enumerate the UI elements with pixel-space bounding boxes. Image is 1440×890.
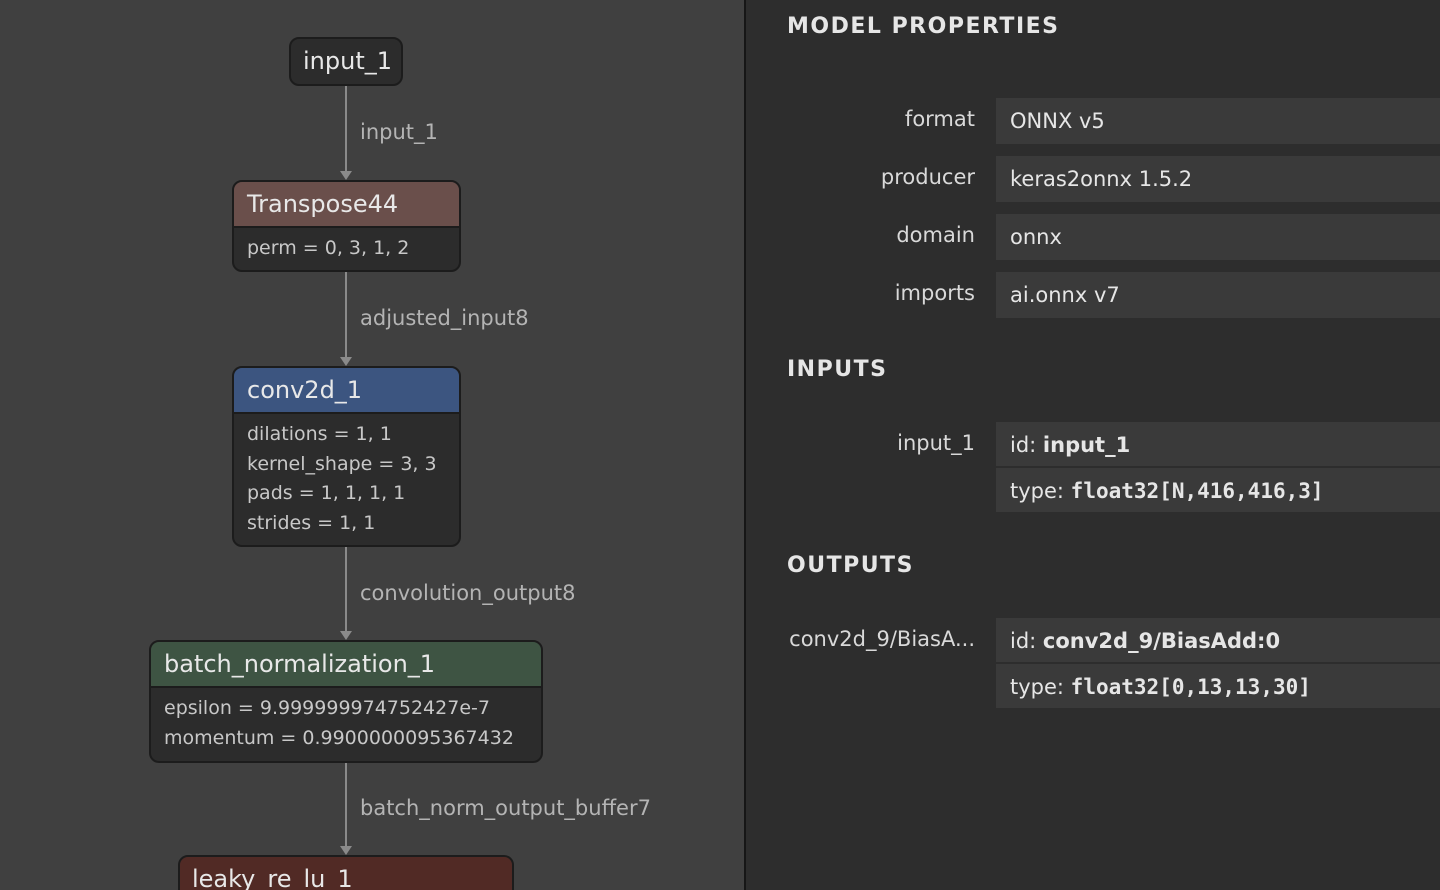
model-properties-panel: MODEL PROPERTIES format ONNX v5 producer… <box>746 0 1440 890</box>
input-name: input_1 <box>897 431 975 455</box>
edge-label: adjusted_input8 <box>360 306 529 330</box>
edge-label: convolution_output8 <box>360 581 576 605</box>
property-value-domain[interactable]: onnx <box>996 214 1440 260</box>
property-label-imports: imports <box>894 281 975 305</box>
node-attribute: kernel_shape = 3, 3 <box>247 452 437 475</box>
graph-node-transpose44[interactable]: Transpose44 perm = 0, 3, 1, 2 <box>232 180 461 272</box>
property-label-domain: domain <box>896 223 975 247</box>
model-properties-title: MODEL PROPERTIES <box>787 14 1060 39</box>
graph-node-conv2d-1[interactable]: conv2d_1 dilations = 1, 1 kernel_shape =… <box>232 366 461 547</box>
node-title: Transpose44 <box>234 182 459 228</box>
node-attribute: perm = 0, 3, 1, 2 <box>247 237 410 259</box>
edge-arrow-icon <box>340 846 352 855</box>
graph-node-leaky-re-lu-1[interactable]: leaky_re_lu_1 <box>178 855 514 890</box>
output-id-row: id: conv2d_9/BiasAdd:0 <box>1010 629 1281 653</box>
outputs-title: OUTPUTS <box>787 553 914 578</box>
node-attribute: pads = 1, 1, 1, 1 <box>247 482 406 504</box>
property-value-producer[interactable]: keras2onnx 1.5.2 <box>996 156 1440 202</box>
node-attribute: epsilon = 9.999999974752427e-7 <box>164 697 490 719</box>
graph-node-input-1[interactable]: input_1 <box>289 37 403 86</box>
graph-edge <box>345 272 347 358</box>
edge-arrow-icon <box>340 171 352 180</box>
graph-edge <box>345 547 347 632</box>
input-type-row: type: float32[N,416,416,3] <box>996 466 1440 512</box>
node-title: batch_normalization_1 <box>151 642 541 688</box>
property-value-imports[interactable]: ai.onnx v7 <box>996 272 1440 318</box>
output-type-row: type: float32[0,13,13,30] <box>996 662 1440 708</box>
input-id: input_1 <box>1042 433 1131 457</box>
output-type: float32[0,13,13,30] <box>1070 675 1311 699</box>
graph-edge <box>345 86 347 171</box>
input-details[interactable]: id: input_1 type: float32[N,416,416,3] <box>996 422 1440 512</box>
node-attribute: strides = 1, 1 <box>247 511 376 534</box>
graph-node-batch-normalization-1[interactable]: batch_normalization_1 epsilon = 9.999999… <box>149 640 543 763</box>
edge-arrow-icon <box>340 631 352 640</box>
output-name: conv2d_9/BiasA... <box>789 627 975 651</box>
edge-label: batch_norm_output_buffer7 <box>360 796 651 820</box>
input-id-row: id: input_1 <box>1010 433 1131 457</box>
property-label-format: format <box>904 107 975 131</box>
property-label-producer: producer <box>880 165 975 189</box>
graph-edge <box>345 763 347 847</box>
edge-arrow-icon <box>340 357 352 366</box>
graph-canvas[interactable]: input_1 input_1 Transpose44 perm = 0, 3,… <box>0 0 744 890</box>
property-value-format[interactable]: ONNX v5 <box>996 98 1440 144</box>
input-type: float32[N,416,416,3] <box>1070 479 1324 503</box>
inputs-title: INPUTS <box>787 357 888 382</box>
node-attribute: momentum = 0.9900000095367432 <box>164 726 514 749</box>
node-title: conv2d_1 <box>234 368 459 414</box>
node-title: input_1 <box>303 47 393 75</box>
node-attribute: dilations = 1, 1 <box>247 423 392 445</box>
edge-label: input_1 <box>360 120 438 144</box>
node-title: leaky_re_lu_1 <box>180 857 512 890</box>
output-details[interactable]: id: conv2d_9/BiasAdd:0 type: float32[0,1… <box>996 618 1440 708</box>
output-id: conv2d_9/BiasAdd:0 <box>1042 629 1281 653</box>
